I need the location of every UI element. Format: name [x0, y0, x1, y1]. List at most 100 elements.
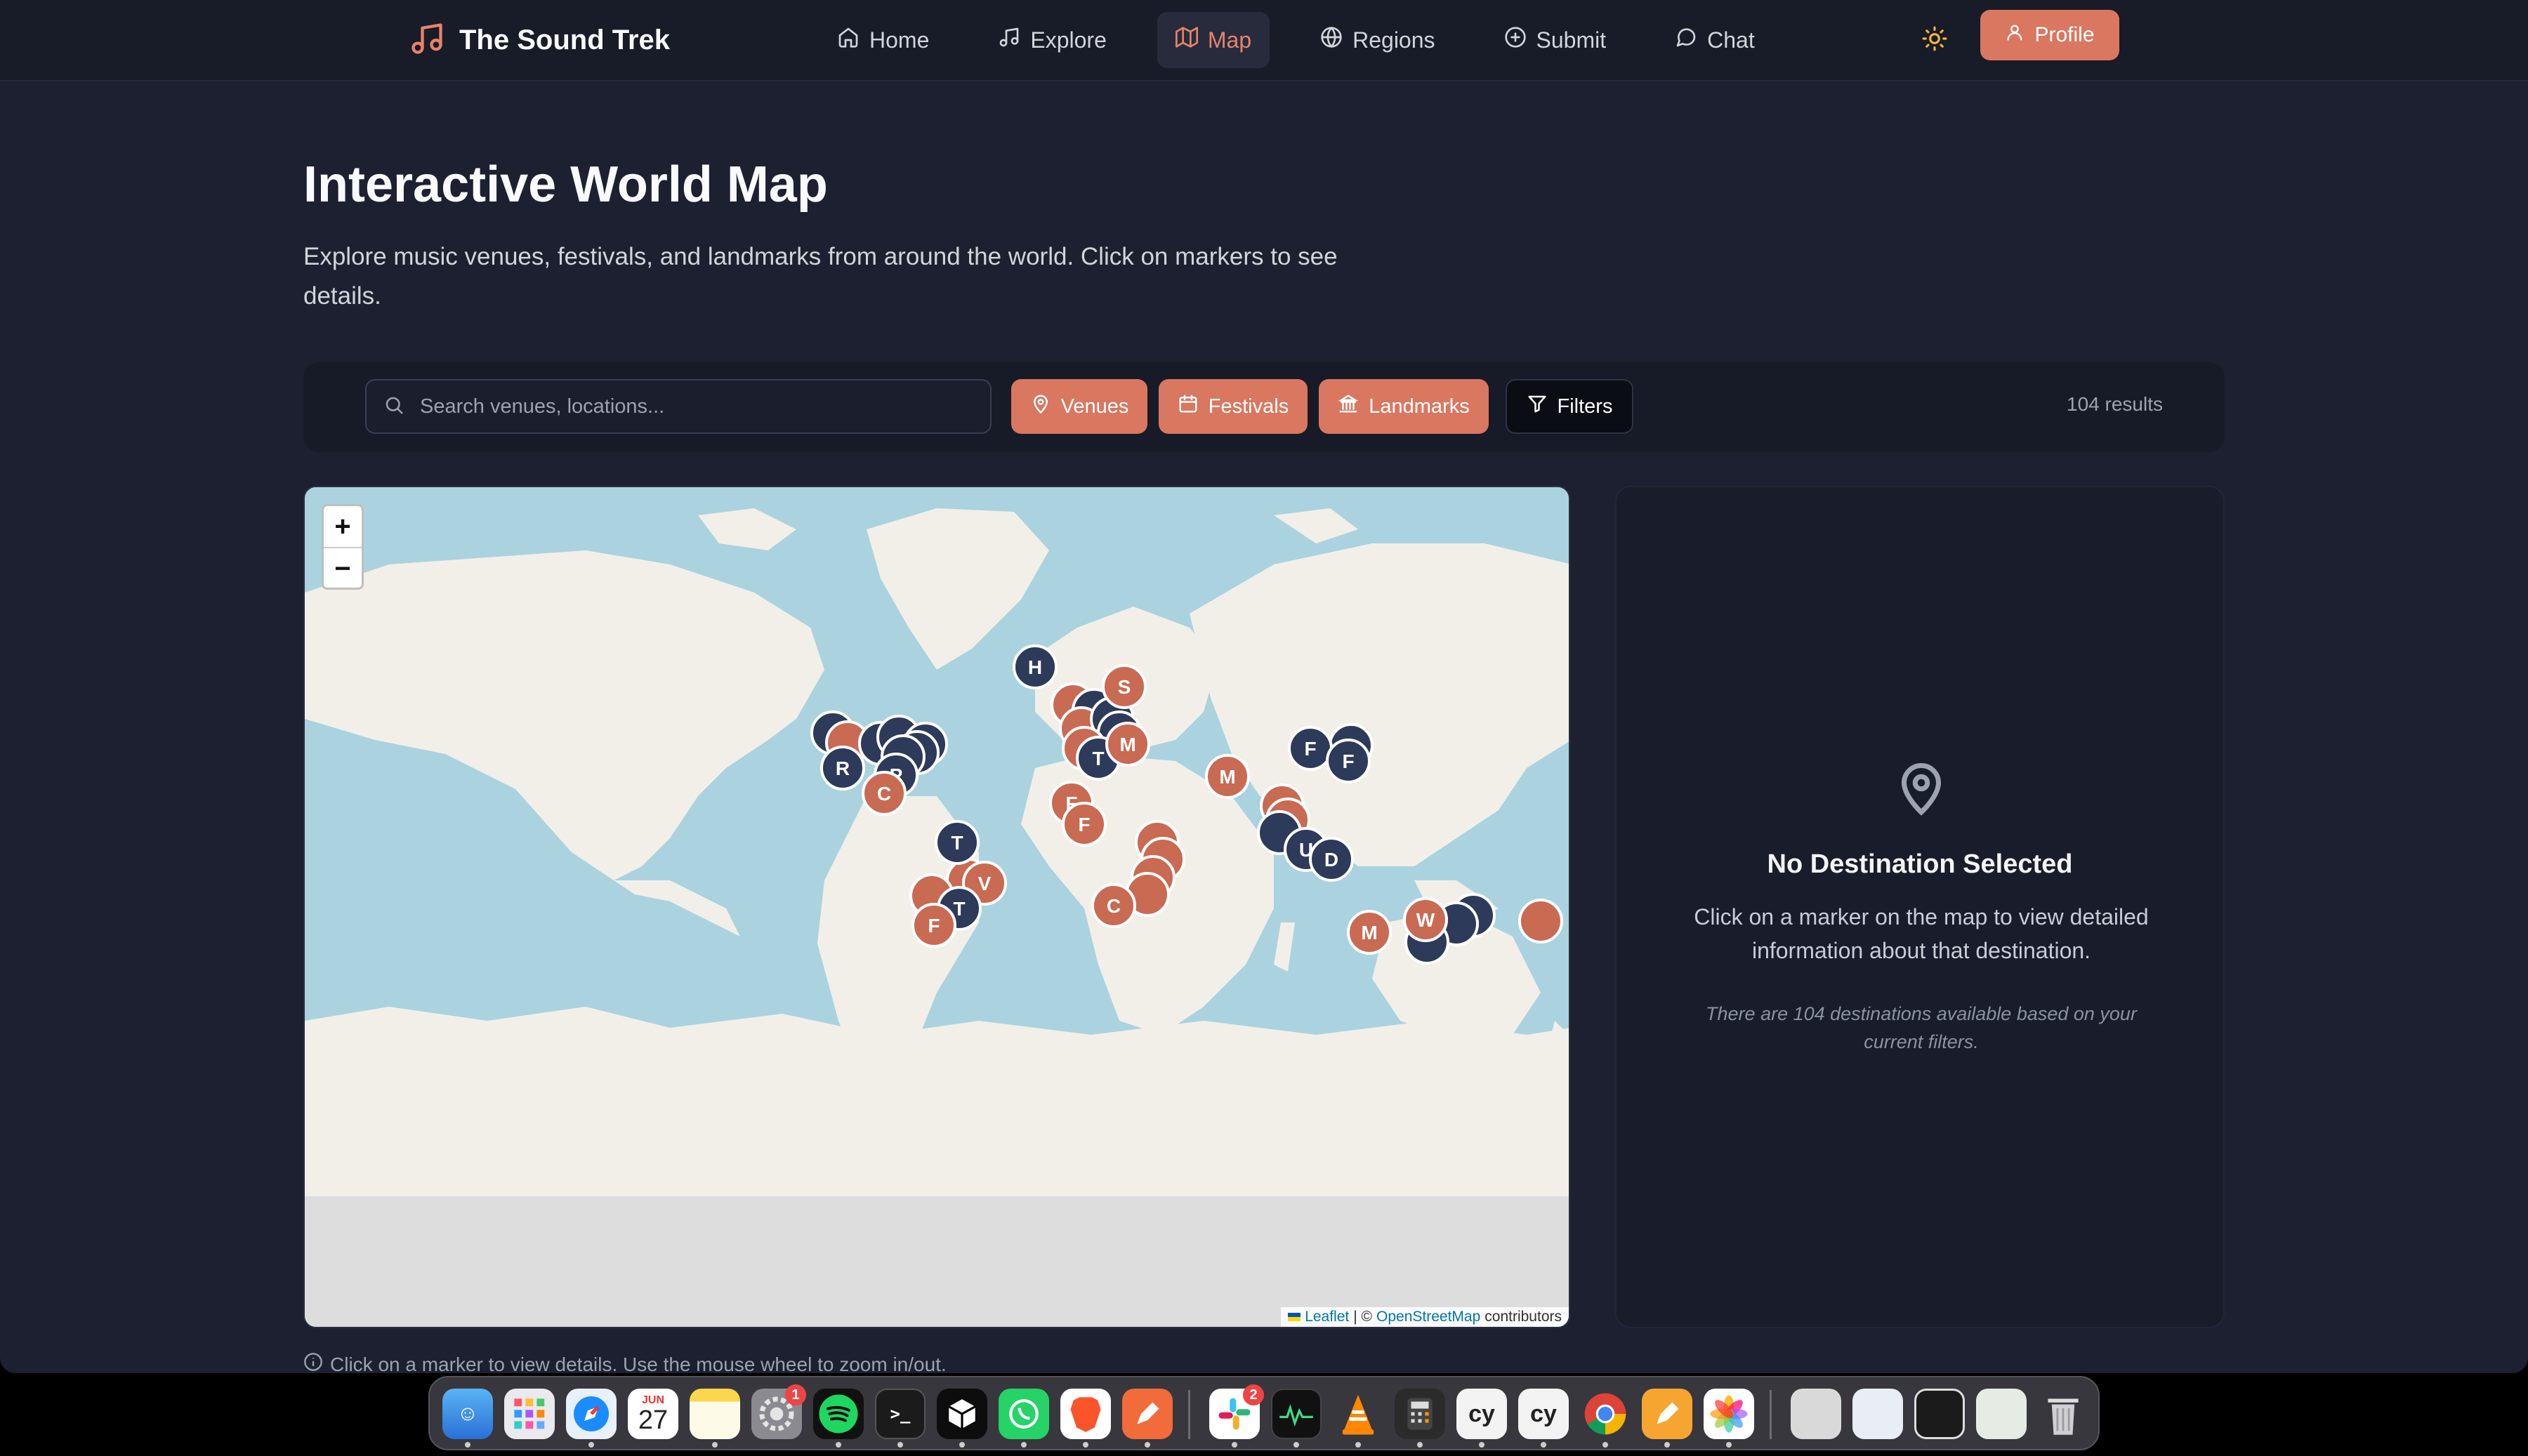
- svg-text:F: F: [928, 915, 940, 937]
- leaflet-link[interactable]: Leaflet: [1305, 1309, 1349, 1325]
- map-marker-w[interactable]: W: [1403, 897, 1448, 942]
- svg-text:D: D: [1324, 849, 1338, 871]
- map-marker-f[interactable]: F: [1288, 726, 1333, 771]
- map-marker-s[interactable]: S: [1102, 664, 1147, 709]
- svg-text:F: F: [1342, 750, 1354, 772]
- running-indicator: [1417, 1442, 1423, 1448]
- notification-badge: 1: [785, 1384, 806, 1405]
- plus-circle-icon: [1504, 26, 1527, 54]
- marker-layer: HSTMRPCFFMFFTVTFCUDMW: [810, 644, 1563, 965]
- landmarks-filter-chip[interactable]: Landmarks: [1319, 379, 1489, 434]
- chrome-app-icon[interactable]: [1580, 1389, 1631, 1439]
- running-indicator: [1021, 1442, 1027, 1448]
- finder-app-icon[interactable]: ☺: [442, 1389, 493, 1439]
- info-icon: [303, 1352, 323, 1373]
- vlc-app-icon[interactable]: [1333, 1389, 1383, 1439]
- nav-chat[interactable]: Chat: [1657, 12, 1773, 68]
- running-indicator: [1602, 1442, 1608, 1448]
- calculator-app-icon[interactable]: [1395, 1389, 1445, 1439]
- nav-regions[interactable]: Regions: [1302, 12, 1453, 68]
- browser-viewport: The Sound Trek Home Explore Map Regions …: [0, 0, 2528, 1373]
- main-nav: Home Explore Map Regions Submit Chat: [819, 0, 1800, 80]
- svg-text:H: H: [1028, 656, 1042, 678]
- search-box: [365, 379, 992, 434]
- map-marker-f[interactable]: F: [1326, 739, 1371, 783]
- running-indicator: [897, 1442, 903, 1448]
- sun-icon: [1921, 25, 1948, 55]
- photos-app-icon[interactable]: [1704, 1389, 1754, 1439]
- activity-monitor-app-icon[interactable]: [1271, 1389, 1322, 1439]
- map-marker-c[interactable]: C: [862, 771, 907, 816]
- macos-dock: ☺ JUN 27 1 >_ 2 cy cy: [428, 1376, 2100, 1450]
- cypress-app-icon[interactable]: cy: [1518, 1389, 1569, 1439]
- window-thumbnail-icon[interactable]: [1914, 1389, 1965, 1439]
- running-indicator: [588, 1442, 594, 1448]
- calendar-app-icon[interactable]: JUN 27: [628, 1389, 678, 1439]
- world-map[interactable]: + − H S T M R C F F M F F T V T F C U D …: [303, 486, 1570, 1328]
- window-thumbnail-icon[interactable]: [1852, 1389, 1903, 1439]
- top-navbar: The Sound Trek Home Explore Map Regions …: [0, 0, 2528, 81]
- svg-text:T: T: [953, 898, 965, 920]
- nav-explore[interactable]: Explore: [980, 12, 1125, 68]
- svg-text:S: S: [1118, 676, 1131, 698]
- svg-text:F: F: [1078, 814, 1090, 835]
- window-thumbnail-icon[interactable]: [1976, 1389, 2027, 1439]
- map-marker-t[interactable]: T: [935, 820, 980, 865]
- brand[interactable]: The Sound Trek: [409, 15, 670, 65]
- destination-panel: No Destination Selected Click on a marke…: [1615, 486, 2225, 1328]
- map-marker-m[interactable]: M: [1105, 722, 1150, 767]
- map-marker-f[interactable]: F: [911, 903, 956, 948]
- map-marker-c[interactable]: C: [1091, 883, 1136, 928]
- running-indicator: [959, 1442, 965, 1448]
- running-indicator: [1232, 1442, 1237, 1448]
- terminal-app-icon[interactable]: >_: [875, 1389, 926, 1439]
- globe-icon: [1320, 26, 1343, 54]
- filter-funnel-icon: [1527, 393, 1548, 420]
- nav-submit-label: Submit: [1536, 27, 1607, 53]
- running-indicator: [712, 1442, 718, 1448]
- pages-app-icon[interactable]: [1642, 1389, 1692, 1439]
- landmark-icon: [1338, 393, 1359, 420]
- spotify-app-icon[interactable]: [813, 1389, 864, 1439]
- dock-separator: [1770, 1390, 1772, 1439]
- map-marker-r[interactable]: R: [820, 746, 865, 790]
- launchpad-app-icon[interactable]: [504, 1389, 555, 1439]
- landmarks-label: Landmarks: [1369, 395, 1470, 418]
- search-input[interactable]: [419, 394, 969, 419]
- map-marker-m[interactable]: M: [1347, 910, 1392, 955]
- cypress-app-icon[interactable]: cy: [1456, 1389, 1507, 1439]
- svg-text:T: T: [1092, 748, 1104, 769]
- map-marker-m[interactable]: M: [1205, 754, 1250, 799]
- notification-badge: 2: [1243, 1384, 1264, 1405]
- nav-home[interactable]: Home: [819, 12, 947, 68]
- results-count: 104 results: [2067, 393, 2163, 415]
- nav-submit[interactable]: Submit: [1486, 12, 1625, 68]
- svg-text:F: F: [1304, 738, 1316, 760]
- festivals-filter-chip[interactable]: Festivals: [1159, 379, 1308, 434]
- filters-button[interactable]: Filters: [1506, 379, 1633, 434]
- running-indicator: [1541, 1442, 1546, 1448]
- running-indicator: [836, 1442, 841, 1448]
- pen-app-icon[interactable]: [1122, 1389, 1173, 1439]
- notes-app-icon[interactable]: [690, 1389, 740, 1439]
- trash-icon[interactable]: [2038, 1389, 2088, 1439]
- venues-filter-chip[interactable]: Venues: [1011, 379, 1147, 434]
- cube-app-icon[interactable]: [937, 1389, 987, 1439]
- home-icon: [837, 26, 860, 54]
- brave-app-icon[interactable]: [1060, 1389, 1111, 1439]
- running-indicator: [1479, 1442, 1484, 1448]
- theme-toggle-button[interactable]: [1917, 22, 1952, 58]
- map-marker-d[interactable]: D: [1309, 837, 1354, 882]
- nav-home-label: Home: [869, 27, 930, 53]
- profile-button[interactable]: Profile: [1980, 10, 2119, 60]
- map-marker-h[interactable]: H: [1013, 644, 1058, 689]
- safari-app-icon[interactable]: [566, 1389, 617, 1439]
- whatsapp-app-icon[interactable]: [999, 1389, 1049, 1439]
- map-marker-f[interactable]: F: [1062, 802, 1107, 847]
- system-settings-app-icon[interactable]: 1: [751, 1384, 806, 1439]
- document-thumbnail-icon[interactable]: [1791, 1389, 1841, 1439]
- slack-app-icon[interactable]: 2: [1209, 1384, 1264, 1439]
- nav-map[interactable]: Map: [1157, 12, 1270, 68]
- openstreetmap-link[interactable]: OpenStreetMap: [1376, 1309, 1480, 1325]
- brand-title: The Sound Trek: [459, 24, 671, 55]
